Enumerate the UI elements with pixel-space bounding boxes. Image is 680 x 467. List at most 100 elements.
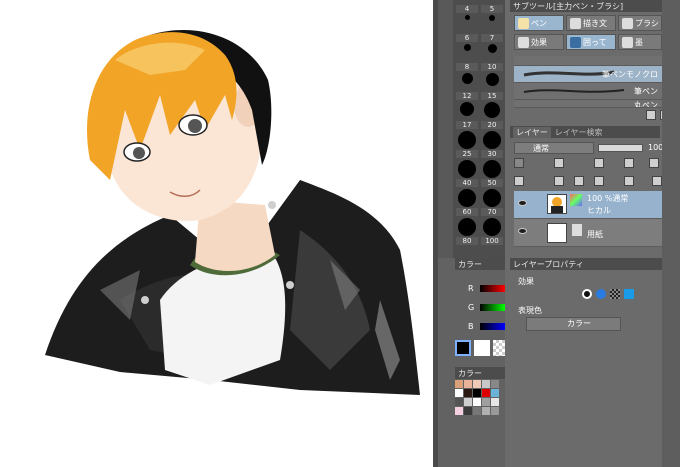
layer-color-effect-icon[interactable] (624, 289, 634, 299)
color-set-swatch[interactable] (473, 398, 481, 406)
brush-size-palette: 4 5 6 7 8 10 12 15 17 20 25 30 40 50 60 70 80 100 (453, 0, 505, 258)
brush-size-cell[interactable]: 10 (480, 42, 504, 71)
tab-effect[interactable]: 効果 (514, 34, 564, 50)
color-set-swatch[interactable] (464, 407, 472, 415)
brush-size-cell[interactable]: 60 (455, 187, 479, 216)
color-icon[interactable] (514, 158, 524, 168)
opacity-slider[interactable] (598, 144, 643, 152)
stroke-item-fude-mono[interactable]: 筆ペンモノクロ (514, 66, 662, 83)
brush-size-cell[interactable]: 4 (455, 0, 479, 13)
stroke-preview-top[interactable] (514, 56, 662, 66)
tab-layer-search[interactable]: レイヤー検索 (555, 127, 603, 138)
tab-ink[interactable]: 墨 (618, 34, 662, 50)
effect-buttons (582, 287, 660, 301)
brush-size-cell[interactable]: 20 (480, 100, 504, 129)
color-set-swatch[interactable] (482, 407, 490, 415)
tab-draw-text[interactable]: 描き文 (566, 15, 616, 31)
brush-size-dot (458, 189, 476, 207)
tab-enclose[interactable]: 囲って (566, 34, 616, 50)
drawing-canvas[interactable] (0, 0, 433, 467)
express-color-select[interactable]: カラー (526, 317, 621, 331)
color-set-swatch[interactable] (464, 380, 472, 388)
subtool-panel-header: サブツール[主力ペン・ブラシ] (510, 0, 680, 12)
brush-size-cell[interactable]: 17 (455, 100, 479, 129)
brush-size-dot (485, 73, 499, 86)
brush-size-cell[interactable]: 12 (455, 71, 479, 100)
brush-size-cell[interactable]: 40 (455, 158, 479, 187)
visibility-eye-icon[interactable] (518, 200, 527, 206)
visibility-eye-icon[interactable] (518, 228, 527, 234)
color-set-swatch[interactable] (491, 389, 499, 397)
brush-size-cell[interactable]: 8 (455, 42, 479, 71)
color-set-swatch[interactable] (473, 380, 481, 388)
color-set-swatch[interactable] (482, 380, 490, 388)
brush-size-cell[interactable]: 15 (480, 71, 504, 100)
color-set-swatch[interactable] (473, 389, 481, 397)
stroke-item-maru[interactable]: 丸ペン (514, 100, 662, 108)
layer-row-hikaru[interactable]: 100 %通常 ヒカル (514, 191, 662, 219)
color-set-swatch[interactable] (455, 380, 463, 388)
brush-size-cell[interactable]: 50 (480, 158, 504, 187)
brush-size-cell[interactable]: 25 (455, 129, 479, 158)
new-folder-icon[interactable] (574, 176, 584, 186)
trash-icon[interactable] (652, 176, 662, 186)
lasso-icon (570, 36, 581, 48)
brush-size-cell[interactable]: 70 (480, 187, 504, 216)
new-vector-icon[interactable] (554, 176, 564, 186)
lock-icon[interactable] (594, 158, 604, 168)
brush-size-dot (483, 218, 501, 236)
layer-row-paper[interactable]: 用紙 (514, 219, 662, 247)
color-set-swatch[interactable] (482, 398, 490, 406)
brush-size-cell[interactable]: 7 (480, 13, 504, 42)
border-effect-icon[interactable] (582, 289, 592, 299)
paper-thumbnail (547, 223, 567, 243)
pattern-effect-icon[interactable] (610, 289, 620, 299)
brush-panel-strip (438, 0, 453, 258)
tab-layer[interactable]: レイヤー (513, 126, 551, 138)
color-set-swatch[interactable] (464, 389, 472, 397)
mask-add-icon[interactable] (624, 176, 634, 186)
new-subtool-icon[interactable] (646, 110, 656, 120)
new-layer-icon[interactable] (514, 176, 524, 186)
brush-size-label: 100 (481, 237, 503, 245)
color-set-swatch[interactable] (491, 380, 499, 388)
color-set-swatch[interactable] (482, 389, 490, 397)
tab-brush[interactable]: ブラシ (618, 15, 662, 31)
transparent-swatch[interactable] (493, 340, 505, 356)
color-set-swatch[interactable] (455, 407, 463, 415)
color-set-swatch[interactable] (455, 389, 463, 397)
merge-icon[interactable] (594, 176, 604, 186)
stroke-item-fude[interactable]: 筆ペン (514, 83, 662, 100)
brush-size-label: 12 (456, 92, 478, 100)
color-set-swatch[interactable] (455, 398, 463, 406)
tab-pen[interactable]: ペン (514, 15, 564, 31)
color-set-swatch[interactable] (491, 407, 499, 415)
tone-effect-icon[interactable] (596, 289, 606, 299)
brush-size-label: 30 (481, 150, 503, 158)
effect-label: 効果 (518, 277, 534, 286)
ref-icon[interactable] (649, 158, 659, 168)
brush-size-cell[interactable]: 6 (455, 13, 479, 42)
slider-b[interactable] (480, 323, 505, 330)
brush-size-cell[interactable]: 5 (480, 0, 504, 13)
clip-icon[interactable] (554, 158, 564, 168)
brush-size-cell[interactable]: 80 (455, 216, 479, 245)
main-color-swatch[interactable] (455, 340, 471, 356)
color-panel-header: カラー (455, 258, 505, 270)
sub-color-swatch[interactable] (474, 340, 490, 356)
slider-r[interactable] (480, 285, 505, 292)
brush-size-dot (458, 218, 476, 236)
slider-g[interactable] (480, 304, 505, 311)
opacity-value: 100 (648, 143, 664, 152)
brush-size-label: 6 (456, 34, 478, 42)
color-set-swatch[interactable] (491, 398, 499, 406)
brush-size-cell[interactable]: 30 (480, 129, 504, 158)
color-set-swatch[interactable] (473, 407, 481, 415)
color-set-swatch[interactable] (464, 398, 472, 406)
blend-mode-select[interactable]: 通常 (514, 142, 594, 154)
brush-size-dot (483, 160, 501, 178)
brush-size-dot (489, 15, 495, 21)
dock-scrollbar[interactable] (662, 0, 680, 467)
brush-size-cell[interactable]: 100 (480, 216, 504, 245)
mask-icon[interactable] (624, 158, 634, 168)
